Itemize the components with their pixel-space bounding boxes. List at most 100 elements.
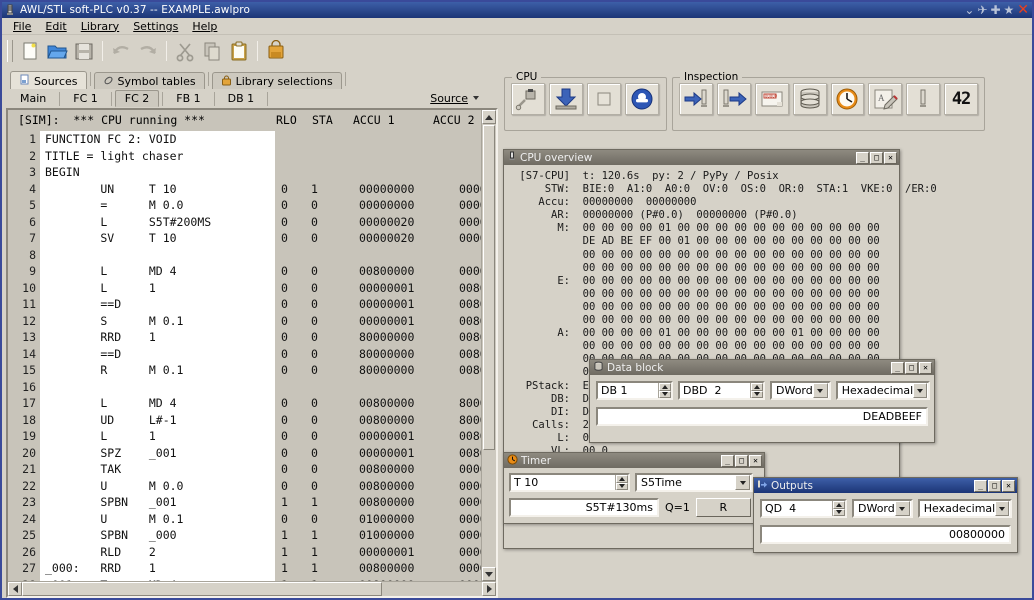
source-text[interactable]: R M 0.1 bbox=[40, 362, 275, 379]
outputs-window[interactable]: Outputs _ □ ✕ QD 4 DWord Hexadecimal 008… bbox=[753, 477, 1018, 553]
timer-window[interactable]: Timer _ □ ✕ T 10 S5Time S5T#130ms Q=1 R bbox=[503, 452, 765, 524]
source-text[interactable]: SV T 10 bbox=[40, 230, 275, 247]
minimize-button[interactable]: _ bbox=[721, 454, 734, 467]
outputs-spin-down[interactable] bbox=[833, 508, 845, 516]
source-text[interactable]: S M 0.1 bbox=[40, 312, 275, 329]
outputs-address-selector[interactable] bbox=[760, 499, 847, 518]
outputs-icon[interactable] bbox=[716, 83, 751, 115]
timer-spin-up[interactable] bbox=[616, 475, 628, 483]
cpu-download-icon[interactable] bbox=[549, 83, 583, 115]
code-row[interactable]: 25 SPBN _000 1 1 01000000 00000001 bbox=[8, 527, 481, 544]
source-text[interactable] bbox=[40, 246, 275, 263]
library-icon[interactable] bbox=[263, 38, 289, 64]
save-icon[interactable] bbox=[71, 38, 97, 64]
outputs-titlebar[interactable]: Outputs _ □ ✕ bbox=[754, 478, 1017, 493]
source-text[interactable]: SPBN _001 bbox=[40, 494, 275, 511]
code-row[interactable]: 21 TAK 0 0 00800000 00000001 bbox=[8, 461, 481, 478]
chevron-down-icon[interactable] bbox=[812, 383, 828, 398]
minimize-button[interactable]: _ bbox=[856, 151, 869, 164]
minimize-button[interactable]: _ bbox=[891, 361, 904, 374]
db-value-field[interactable]: DEADBEEF bbox=[596, 407, 928, 426]
code-row[interactable]: 12 S M 0.1 0 0 00000001 00800000 bbox=[8, 312, 481, 329]
chevron-down-icon[interactable] bbox=[995, 501, 1009, 516]
outputs-spin-up[interactable] bbox=[833, 501, 845, 509]
chevron-down-icon[interactable] bbox=[894, 501, 910, 516]
tab-main[interactable]: Main bbox=[10, 90, 56, 107]
chevron-icon[interactable]: ⌄ bbox=[964, 4, 974, 16]
source-text[interactable]: RLD 2 bbox=[40, 543, 275, 560]
code-row[interactable]: 8 bbox=[8, 246, 481, 263]
db-type-combo[interactable]: DWord bbox=[770, 381, 831, 400]
outputs-value-field[interactable]: 00800000 bbox=[760, 525, 1011, 544]
outputs-base-combo[interactable]: Hexadecimal bbox=[917, 499, 1012, 518]
data-block-titlebar[interactable]: Data block _ □ ✕ bbox=[590, 360, 934, 375]
tab-db1[interactable]: DB 1 bbox=[218, 90, 265, 107]
new-file-icon[interactable] bbox=[17, 38, 43, 64]
db-base-combo[interactable]: Hexadecimal bbox=[835, 381, 930, 400]
code-row[interactable]: 6 L S5T#200MS 0 0 00000020 00000000 bbox=[8, 213, 481, 230]
code-row[interactable]: 7 SV T 10 0 0 00000020 00000000 bbox=[8, 230, 481, 247]
menu-item-settings[interactable]: Settings bbox=[126, 19, 185, 34]
undo-icon[interactable] bbox=[108, 38, 134, 64]
code-row[interactable]: 11 ==D 0 0 00000001 00800000 bbox=[8, 296, 481, 313]
star-icon[interactable]: ★ bbox=[1004, 4, 1015, 16]
close-button[interactable]: ✕ bbox=[749, 454, 762, 467]
plus-icon[interactable]: ✚ bbox=[990, 4, 1000, 16]
menu-item-help[interactable]: Help bbox=[185, 19, 224, 34]
copy-icon[interactable] bbox=[199, 38, 225, 64]
inputs-icon[interactable] bbox=[679, 83, 713, 115]
db-offset-input[interactable] bbox=[680, 383, 750, 398]
code-row[interactable]: 15 R M 0.1 0 0 80000000 00800000 bbox=[8, 362, 481, 379]
source-text[interactable]: TAK bbox=[40, 461, 275, 478]
db-selector-spinners[interactable] bbox=[658, 383, 671, 398]
source-text[interactable]: L S5T#200MS bbox=[40, 213, 275, 230]
chevron-down-icon[interactable] bbox=[735, 475, 750, 490]
code-row[interactable]: 3 BEGIN bbox=[8, 164, 481, 181]
source-text[interactable]: SPBN _000 bbox=[40, 527, 275, 544]
code-row[interactable]: 27 _000: RRD 1 1 1 00800000 00000001 bbox=[8, 560, 481, 577]
source-dropdown-button[interactable]: Source bbox=[425, 90, 484, 106]
source-text[interactable]: UN T 10 bbox=[40, 180, 275, 197]
source-text[interactable]: _001: T MD 4 bbox=[40, 576, 275, 581]
tab-fc1[interactable]: FC 1 bbox=[63, 90, 108, 107]
lcd-icon[interactable] bbox=[906, 83, 941, 115]
cut-icon[interactable] bbox=[172, 38, 198, 64]
code-vertical-scrollbar[interactable] bbox=[481, 110, 496, 581]
db-spin-down[interactable] bbox=[659, 390, 671, 398]
db-spin-up[interactable] bbox=[659, 383, 671, 391]
source-text[interactable]: L 1 bbox=[40, 428, 275, 445]
paste-icon[interactable] bbox=[226, 38, 252, 64]
menu-item-edit[interactable]: Edit bbox=[38, 19, 73, 34]
code-row[interactable]: 10 L 1 0 0 00000001 00800000 bbox=[8, 279, 481, 296]
open-folder-icon[interactable] bbox=[44, 38, 70, 64]
code-row[interactable]: 9 L MD 4 0 0 00800000 00000020 bbox=[8, 263, 481, 280]
code-row[interactable]: 24 U M 0.1 0 0 01000000 00000001 bbox=[8, 510, 481, 527]
timer-format-combo[interactable]: S5Time bbox=[635, 473, 753, 492]
timer-reset-button[interactable]: R bbox=[695, 498, 751, 517]
tab-fc2[interactable]: FC 2 bbox=[114, 90, 160, 107]
scroll-down-button[interactable] bbox=[482, 567, 496, 581]
source-text[interactable]: RRD 1 bbox=[40, 329, 275, 346]
scroll-left-button[interactable] bbox=[8, 582, 22, 596]
db-selector[interactable] bbox=[596, 381, 673, 400]
timer-selector-input[interactable] bbox=[511, 475, 615, 490]
scroll-thumb[interactable] bbox=[483, 125, 495, 450]
outputs-type-combo[interactable]: DWord bbox=[852, 499, 913, 518]
code-row[interactable]: 17 L MD 4 0 0 00800000 80000000 bbox=[8, 395, 481, 412]
menu-item-library[interactable]: Library bbox=[74, 19, 126, 34]
chevron-down-icon[interactable] bbox=[913, 383, 927, 398]
code-row[interactable]: 19 L 1 0 0 00000001 00800000 bbox=[8, 428, 481, 445]
db-offset-spin-down[interactable] bbox=[751, 390, 763, 398]
timer-icon[interactable] bbox=[830, 83, 865, 115]
source-text[interactable]: _000: RRD 1 bbox=[40, 560, 275, 577]
outputs-spinners[interactable] bbox=[832, 501, 845, 516]
timer-value-field[interactable]: S5T#130ms bbox=[509, 498, 659, 517]
maximize-button[interactable]: □ bbox=[988, 479, 1001, 492]
cpu-run-icon[interactable] bbox=[625, 83, 659, 115]
cpu-build-icon[interactable] bbox=[511, 83, 545, 115]
db-offset-spin-up[interactable] bbox=[751, 383, 763, 391]
data-block-icon[interactable] bbox=[792, 83, 827, 115]
code-row[interactable]: 5 = M 0.0000000000000000000 bbox=[8, 197, 481, 214]
timer-spin-down[interactable] bbox=[616, 482, 628, 490]
source-text[interactable]: FUNCTION FC 2: VOID bbox=[40, 131, 275, 148]
